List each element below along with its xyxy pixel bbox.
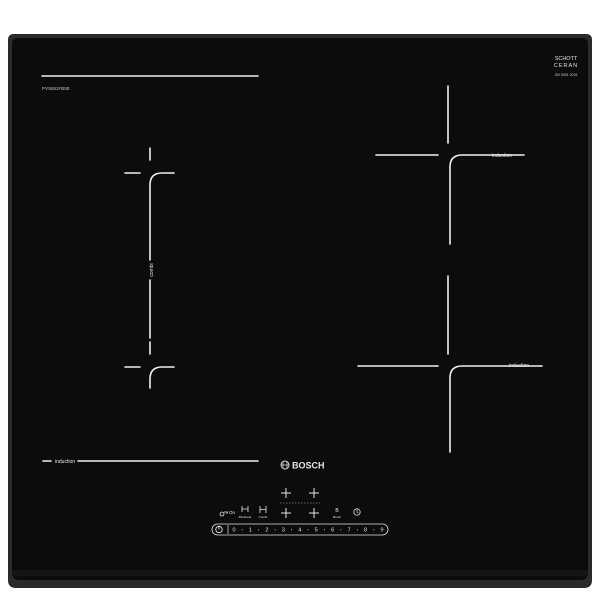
front-right-zone[interactable]: induction xyxy=(355,270,555,460)
zone-select-rear-right[interactable] xyxy=(306,486,322,500)
zone-select-front-left[interactable] xyxy=(278,506,294,520)
power-level-3[interactable]: 3 xyxy=(282,528,285,534)
power-level-separator xyxy=(291,529,293,531)
power-level-separator xyxy=(241,529,243,531)
panboost-button[interactable]: Panboost xyxy=(238,502,252,522)
rear-right-zone-label: induction xyxy=(492,153,512,159)
power-level-6[interactable]: 6 xyxy=(331,528,334,534)
power-level-separator xyxy=(307,529,309,531)
iso-text: IS0 9001 2015 xyxy=(555,73,578,77)
power-level-label: 4 xyxy=(298,528,301,534)
power-level-separator xyxy=(323,529,325,531)
childlock-label: On xyxy=(229,510,236,515)
boost-label: Boost xyxy=(333,515,341,519)
glass-edge xyxy=(12,570,588,576)
induction-cooktop: PVS651FB5E SCHOTT CERAN IS0 9001 2015 co… xyxy=(8,34,592,588)
power-level-8[interactable]: 8 xyxy=(364,528,367,534)
combi-zone[interactable]: combi xyxy=(118,140,182,395)
combi-label: Combi xyxy=(259,515,268,519)
ceran-text: CERAN xyxy=(554,63,578,69)
power-level-9[interactable]: 9 xyxy=(380,528,383,534)
power-level-label: 2 xyxy=(265,528,268,534)
power-level-4[interactable]: 4 xyxy=(298,528,301,534)
power-level-label: 0 xyxy=(232,528,235,534)
brand-name: BOSCH xyxy=(292,461,325,471)
power-level-5[interactable]: 5 xyxy=(315,528,318,534)
schott-text: SCHOTT xyxy=(555,56,578,62)
power-level-label: 8 xyxy=(364,528,367,534)
power-level-label: 7 xyxy=(348,528,351,534)
combi-zone-label: combi xyxy=(149,263,155,276)
rear-right-zone[interactable]: induction xyxy=(370,80,530,250)
front-left-zone-label: induction xyxy=(55,459,75,465)
childlock-button[interactable]: On xyxy=(218,504,236,520)
zone-select-rear-left[interactable] xyxy=(278,486,294,500)
power-level-label: 1 xyxy=(249,528,252,534)
power-level-separator xyxy=(356,529,358,531)
power-level-separator xyxy=(274,529,276,531)
combi-button[interactable]: Combi xyxy=(256,502,270,522)
boost-button[interactable]: B Boost xyxy=(330,502,344,522)
front-right-zone-label: induction xyxy=(509,363,529,369)
power-level-2[interactable]: 2 xyxy=(265,528,268,534)
power-level-1[interactable]: 1 xyxy=(249,528,252,534)
panboost-label: Panboost xyxy=(239,515,252,519)
power-level-label: 3 xyxy=(282,528,285,534)
timer-button[interactable] xyxy=(350,504,364,520)
model-number: PVS651FB5E xyxy=(42,86,70,91)
power-level-label: 6 xyxy=(331,528,334,534)
power-level-7[interactable]: 7 xyxy=(348,528,351,534)
power-level-0[interactable]: 0 xyxy=(232,528,235,534)
main-switch-button[interactable] xyxy=(212,524,228,535)
power-level-separator xyxy=(258,529,260,531)
zone-select-front-right[interactable] xyxy=(306,506,322,520)
power-level-label: 9 xyxy=(380,528,383,534)
power-level-separator xyxy=(340,529,342,531)
schott-ceran-logo: SCHOTT CERAN IS0 9001 2015 xyxy=(554,56,578,77)
power-level-separator xyxy=(373,529,375,531)
cooktop-stage: PVS651FB5E SCHOTT CERAN IS0 9001 2015 co… xyxy=(0,0,600,600)
power-level-label: 5 xyxy=(315,528,318,534)
